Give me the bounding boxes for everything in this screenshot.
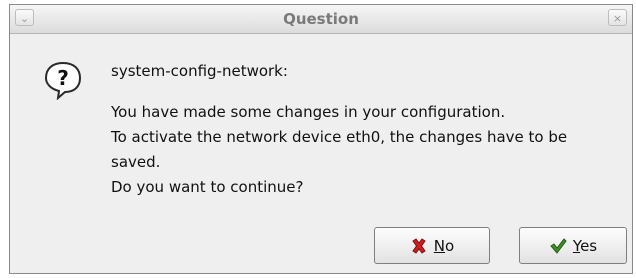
window-title: Question bbox=[283, 10, 359, 28]
no-button[interactable]: No bbox=[374, 227, 490, 264]
svg-text:?: ? bbox=[57, 66, 69, 90]
message-header: system-config-network: bbox=[111, 62, 288, 80]
red-x-icon bbox=[412, 237, 426, 254]
close-button[interactable]: × bbox=[608, 9, 627, 26]
message-line: To activate the network device eth0, the… bbox=[111, 128, 568, 146]
titlebar[interactable]: ⌄ Question × bbox=[10, 5, 632, 34]
message-line: saved. bbox=[111, 153, 161, 171]
question-icon: ? bbox=[44, 61, 82, 100]
no-button-label: No bbox=[433, 236, 455, 255]
green-check-icon bbox=[550, 237, 567, 254]
question-dialog: ⌄ Question × ? system-config-network: Yo… bbox=[9, 4, 633, 274]
yes-button[interactable]: Yes bbox=[519, 227, 627, 264]
message-line: You have made some changes in your confi… bbox=[111, 103, 506, 121]
message-line: Do you want to continue? bbox=[111, 178, 304, 196]
close-icon: × bbox=[612, 12, 623, 25]
yes-button-label: Yes bbox=[572, 236, 598, 255]
